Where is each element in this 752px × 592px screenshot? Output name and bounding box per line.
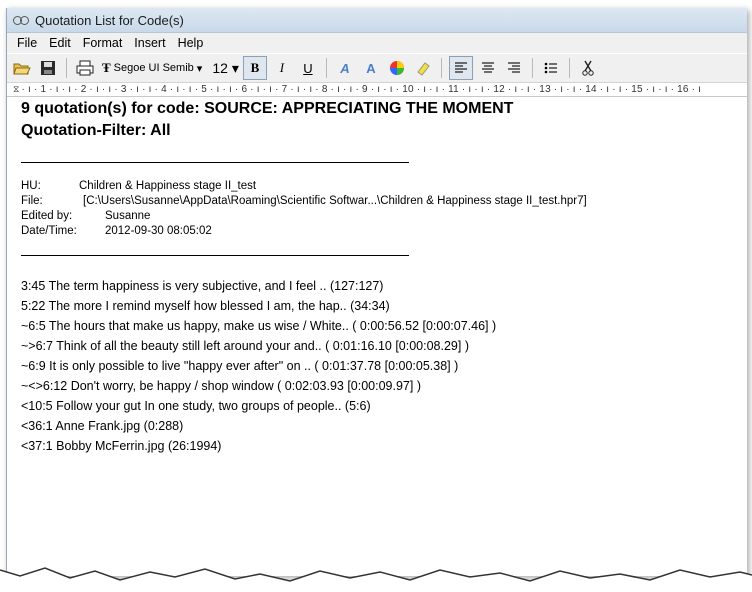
edited-by-label: Edited by: — [21, 210, 73, 222]
window-title: Quotation List for Code(s) — [35, 12, 184, 28]
menu-file[interactable]: File — [11, 36, 43, 50]
metadata-block: HU: Children & Happiness stage II_test F… — [21, 179, 747, 239]
file-label: File: — [21, 195, 43, 207]
edited-by-value: Susanne — [105, 210, 151, 222]
bold-button[interactable]: B — [242, 56, 267, 80]
format-toolbar: Ŧ Segoe UI Semib ▾ 12 ▾ B I U A A — [7, 53, 747, 83]
file-value: [C:\Users\Susanne\AppData\Roaming\Scient… — [83, 195, 587, 207]
app-icon — [13, 14, 29, 26]
divider — [21, 255, 409, 256]
align-center-icon[interactable] — [477, 57, 499, 79]
align-right-icon[interactable] — [503, 57, 525, 79]
menu-insert[interactable]: Insert — [128, 36, 171, 50]
font-color-icon[interactable]: A — [334, 57, 356, 79]
menu-format[interactable]: Format — [77, 36, 129, 50]
quotation-list: 3:45 The term happiness is very subjecti… — [21, 276, 747, 456]
title-bar[interactable]: Quotation List for Code(s) — [7, 8, 747, 33]
font-name-value: Segoe UI Semib — [113, 62, 194, 74]
toolbar-separator — [325, 58, 327, 78]
toolbar-separator — [531, 58, 533, 78]
bullet-list-icon[interactable] — [540, 57, 562, 79]
list-item: ~6:9 It is only possible to live "happy … — [21, 359, 459, 373]
report-heading: 9 quotation(s) for code: SOURCE: APPRECI… — [21, 100, 514, 117]
chevron-down-icon: ▾ — [196, 62, 203, 75]
save-icon[interactable] — [37, 57, 59, 79]
divider — [21, 162, 409, 163]
date-time-label: Date/Time: — [21, 225, 77, 237]
list-item: 5:22 The more I remind myself how blesse… — [21, 299, 390, 313]
italic-button[interactable]: I — [271, 57, 293, 79]
eraser-icon[interactable] — [412, 57, 434, 79]
list-item: ~>6:7 Think of all the beauty still left… — [21, 339, 469, 353]
torn-edge-decoration — [0, 567, 752, 592]
menu-edit[interactable]: Edit — [43, 36, 77, 50]
list-item: <37:1 Bobby McFerrin.jpg (26:1994) — [21, 439, 222, 453]
toolbar-separator — [66, 58, 67, 78]
list-item: <10:5 Follow your gut In one study, two … — [21, 399, 371, 413]
underline-button[interactable]: U — [297, 57, 319, 79]
highlight-text-icon[interactable]: A — [360, 57, 382, 79]
list-item: ~<>6:12 Don't worry, be happy / shop win… — [21, 379, 421, 393]
cut-icon[interactable] — [577, 57, 599, 79]
list-item: ~6:5 The hours that make us happy, make … — [21, 319, 497, 333]
chevron-down-icon: ▾ — [231, 59, 239, 76]
menu-help[interactable]: Help — [172, 36, 210, 50]
list-item: <36:1 Anne Frank.jpg (0:288) — [21, 419, 184, 433]
document-body[interactable]: 9 quotation(s) for code: SOURCE: APPRECI… — [7, 94, 747, 576]
hu-label: HU: — [21, 180, 41, 192]
date-time-value: 2012-09-30 08:05:02 — [105, 225, 212, 237]
toolbar-separator — [568, 58, 570, 78]
font-size-value: 12 — [212, 60, 228, 76]
quotation-filter-heading: Quotation-Filter: All — [21, 122, 171, 139]
font-name-select[interactable]: Ŧ Segoe UI Semib ▾ — [100, 58, 204, 78]
align-left-icon[interactable] — [448, 56, 473, 80]
list-item: 3:45 The term happiness is very subjecti… — [21, 279, 384, 293]
truetype-icon: Ŧ — [102, 60, 111, 75]
open-folder-icon[interactable] — [11, 57, 33, 79]
hu-value: Children & Happiness stage II_test — [79, 180, 257, 192]
menu-bar: File Edit Format Insert Help — [7, 33, 747, 53]
font-size-select[interactable]: 12 ▾ — [208, 60, 239, 77]
toolbar-separator — [440, 58, 442, 78]
color-wheel-icon[interactable] — [386, 57, 408, 79]
quotation-list-window: Quotation List for Code(s) File Edit For… — [6, 8, 747, 576]
print-icon[interactable] — [74, 57, 96, 79]
